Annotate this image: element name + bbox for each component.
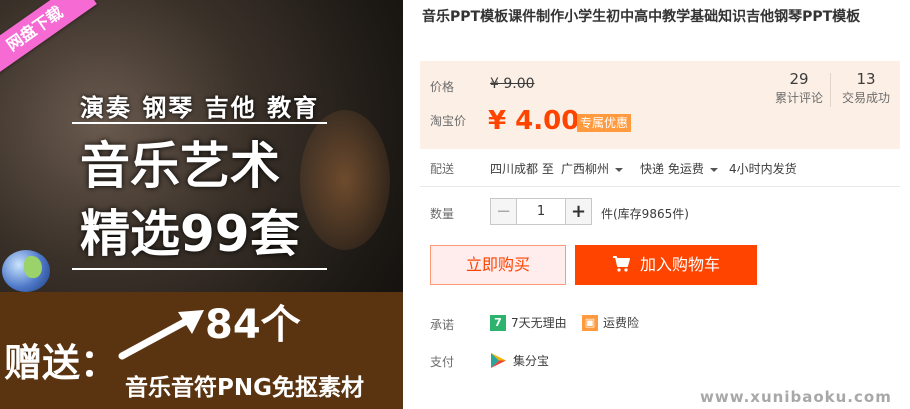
quantity-stepper: − 1 + — [490, 198, 592, 225]
price-label: 价格 — [430, 80, 455, 94]
caret-down-icon — [709, 167, 718, 172]
stat-divider — [830, 73, 831, 107]
site-watermark: www.xunibaoku.com — [700, 388, 892, 406]
deal-count: 13 — [856, 70, 876, 88]
buy-now-button[interactable]: 立即购买 — [430, 245, 566, 285]
original-price: ¥ 9.00 — [490, 76, 535, 92]
banner-material-text: 音乐音符PNG免抠素材 — [125, 375, 364, 401]
add-to-cart-button[interactable]: 加入购物车 — [575, 245, 757, 285]
shipping-method-dropdown[interactable]: 快递 免运费 — [640, 160, 718, 177]
product-title: 音乐PPT模板课件制作小学生初中高中教学基础知识吉他钢琴PPT模板 — [422, 9, 861, 25]
deal-count-stat: 13 交易成功 — [835, 69, 897, 107]
quantity-increase-button[interactable]: + — [565, 198, 592, 225]
promo-price-label: 淘宝价 — [430, 114, 467, 128]
quantity-label: 数量 — [430, 207, 455, 221]
promise-7day-return[interactable]: 7 7天无理由 — [490, 314, 567, 331]
payment-label: 支付 — [430, 355, 455, 369]
banner-glow — [300, 110, 390, 250]
deal-count-label: 交易成功 — [841, 91, 890, 105]
caret-down-icon — [615, 167, 624, 172]
review-count: 29 — [789, 70, 809, 88]
add-to-cart-label: 加入购物车 — [639, 255, 720, 274]
arrow-icon — [118, 310, 204, 360]
ship-to-value: 广西柳州 — [561, 162, 610, 176]
review-count-label: 累计评论 — [774, 91, 823, 105]
promise-label: 承诺 — [430, 318, 455, 332]
review-count-stat[interactable]: 29 累计评论 — [768, 69, 830, 107]
shipping-method-value: 快递 免运费 — [640, 162, 704, 176]
payment-method-text: 集分宝 — [513, 354, 550, 368]
product-main-image: 网盘下载 演奏 钢琴 吉他 教育 音乐艺术 精选99套 赠送： 84个 音乐音符… — [0, 0, 403, 409]
dispatch-time: 4小时内发货 — [729, 162, 797, 176]
current-price: ¥ 4.00 — [488, 106, 580, 136]
quantity-decrease-button[interactable]: − — [490, 198, 517, 225]
return-7day-icon: 7 — [490, 314, 506, 331]
banner-divider-bottom — [72, 268, 327, 270]
exclusive-discount-badge[interactable]: 专属优惠 — [577, 114, 632, 132]
banner-count-text: 84个 — [205, 302, 301, 348]
banner-gift-text: 赠送： — [4, 341, 119, 385]
shipping-insurance-icon: ▣ — [582, 314, 598, 331]
ship-to-dropdown[interactable]: 广西柳州 — [561, 160, 624, 177]
price-panel: 价格 ¥ 9.00 淘宝价 ¥ 4.00 专属优惠 29 累计评论 13 交易成… — [420, 61, 900, 149]
return-7day-text: 7天无理由 — [511, 316, 567, 330]
banner-tagline: 演奏 钢琴 吉他 教育 — [80, 94, 320, 122]
banner-title-line1: 音乐艺术 — [80, 137, 280, 195]
section-divider — [420, 186, 900, 187]
jifenbao-icon — [491, 353, 506, 368]
cart-icon — [612, 256, 630, 272]
stock-info: 件(库存9865件) — [601, 207, 689, 221]
quantity-input[interactable]: 1 — [517, 198, 565, 225]
ship-from: 四川成都 至 — [490, 162, 554, 176]
download-ribbon: 网盘下载 — [0, 0, 97, 79]
banner-title-line2: 精选99套 — [80, 205, 300, 263]
globe-icon — [2, 250, 50, 292]
banner-divider-top — [72, 122, 327, 124]
payment-method[interactable]: 集分宝 — [490, 352, 549, 369]
shipping-label: 配送 — [430, 162, 455, 176]
shipping-insurance-text: 运费险 — [603, 316, 640, 330]
promise-shipping-insurance[interactable]: ▣ 运费险 — [582, 314, 639, 331]
